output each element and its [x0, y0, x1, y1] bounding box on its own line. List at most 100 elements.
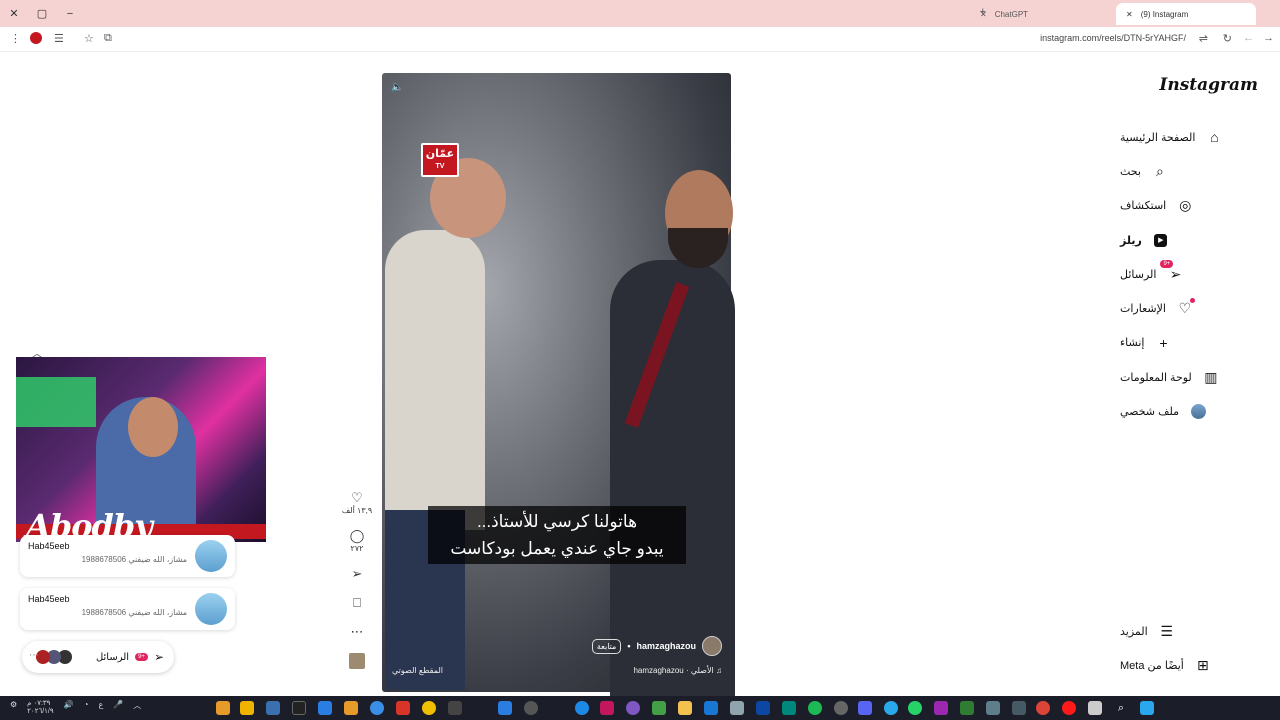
close-window-icon[interactable]: ✕ [0, 0, 28, 27]
message-notification[interactable]: Hab45eeb مشاز، الله ضيفني 1988678506 [20, 535, 235, 577]
chrome-icon[interactable] [1036, 701, 1050, 715]
install-icon[interactable]: ⧉ [104, 32, 112, 45]
windows-start-icon[interactable] [1140, 701, 1154, 715]
app-icon[interactable] [344, 701, 358, 715]
app-icon[interactable] [524, 701, 538, 715]
instagram-logo[interactable]: Instagram [1159, 75, 1258, 95]
app-icon[interactable] [292, 701, 306, 715]
bookmark-icon: ⎕ [353, 595, 361, 610]
volume-icon[interactable]: 🔊 [64, 700, 74, 716]
app-icon[interactable] [986, 701, 1000, 715]
app-icon[interactable] [1088, 701, 1102, 715]
messages-bar[interactable]: ➢ +9 الرسائل ⋯ [22, 641, 174, 673]
audio-info[interactable]: ♫ الأصلي · hamzaghazou [633, 666, 722, 675]
close-tab-icon[interactable]: ✕ [1126, 10, 1133, 19]
webcam-person-head [128, 397, 178, 457]
app-icon[interactable] [216, 701, 230, 715]
sidebar-item-more[interactable]: ☰ المزيد [1120, 614, 1260, 648]
tab-label: (9) Instagram [1140, 9, 1189, 19]
tune-icon[interactable]: ☰ [54, 32, 64, 45]
extension-icon[interactable] [30, 32, 42, 44]
sidebar-item-notifications[interactable]: ♡ الإشعارات [1120, 291, 1260, 325]
microphone-icon[interactable]: 🎤 [113, 700, 123, 716]
new-tab-icon[interactable]: + [980, 6, 986, 18]
address-bar[interactable]: instagram.com/reels/DTN-5rYAHGF/ [1040, 33, 1186, 43]
sidebar-item-label: أيضًا من Meta [1120, 659, 1184, 672]
app-icon[interactable] [448, 701, 462, 715]
like-button[interactable]: ♡ ١٣,٩ ألف [340, 490, 374, 515]
app-icon[interactable] [704, 701, 718, 715]
volume-icon[interactable]: 🔈 [391, 82, 403, 93]
menu-dots-icon[interactable]: ⋮ [10, 32, 21, 45]
send-icon: ➢ [153, 650, 164, 664]
channel-logo: عمّان TV [421, 143, 459, 177]
app-icon[interactable] [626, 701, 640, 715]
file-explorer-icon[interactable] [678, 701, 692, 715]
author-avatar[interactable] [702, 636, 722, 656]
steam-icon[interactable] [266, 701, 280, 715]
network-icon[interactable]: ◔ [84, 700, 89, 716]
taskbar-clock[interactable]: ٠٧:٣٩ م ٢٠٢٦/١/٩ [27, 700, 53, 716]
notification-user: Hab45eeb [28, 594, 70, 604]
minimize-window-icon[interactable]: − [56, 0, 84, 27]
opera-icon[interactable] [1062, 701, 1076, 715]
whatsapp-icon[interactable] [908, 701, 922, 715]
photoshop-icon[interactable] [756, 701, 770, 715]
back-icon[interactable]: → [1263, 32, 1274, 44]
app-icon[interactable] [240, 701, 254, 715]
app-icon[interactable] [1012, 701, 1026, 715]
app-icon[interactable] [498, 701, 512, 715]
app-icon[interactable] [652, 701, 666, 715]
tab-instagram[interactable]: ✕ (9) Instagram [1116, 3, 1256, 25]
sidebar-item-explore[interactable]: ◎ استكشاف [1120, 189, 1260, 223]
share-button[interactable]: ➢ [340, 566, 374, 582]
save-button[interactable]: ⎕ [340, 595, 374, 611]
telegram-icon[interactable] [884, 701, 898, 715]
sidebar-item-home[interactable]: ⌂ الصفحة الرئيسية [1120, 120, 1260, 154]
home-icon: ⌂ [1210, 129, 1219, 146]
sidebar-item-profile[interactable]: ملف شخصي [1120, 394, 1260, 428]
app-icon[interactable] [318, 701, 332, 715]
app-icon[interactable] [782, 701, 796, 715]
sidebar-item-create[interactable]: + إنشاء [1120, 326, 1260, 360]
app-icon[interactable] [730, 701, 744, 715]
notification-message: مشاز، الله ضيفني 1988678506 [81, 555, 187, 564]
settings-icon[interactable]: ⚙ [10, 700, 17, 716]
more-options-button[interactable]: ⋯ [340, 624, 374, 640]
messages-icon: ➢ +9 [1160, 260, 1184, 283]
app-icon[interactable] [600, 701, 614, 715]
profile-avatar [1189, 403, 1207, 421]
forward-icon[interactable]: ← [1243, 32, 1254, 44]
search-icon[interactable]: ⌕ [1114, 701, 1128, 715]
sidebar-item-dashboard[interactable]: ▥ لوحة المعلومات [1120, 360, 1260, 394]
webcam-green-screen [16, 377, 96, 427]
app-icon[interactable] [834, 701, 848, 715]
edge-icon[interactable] [575, 701, 589, 715]
audio-clip-label[interactable]: المقطع الصوتي [392, 666, 443, 675]
bookmark-star-icon[interactable]: ☆ [84, 32, 94, 45]
tab-chatgpt[interactable]: ✕ ChatGPT [970, 3, 1120, 25]
sidebar-item-search[interactable]: ⌕ بحث [1120, 154, 1260, 188]
comment-button[interactable]: ◯ ٢٧٢ [340, 528, 374, 553]
app-icon[interactable] [370, 701, 384, 715]
tray-chevron-icon[interactable]: ︿ [133, 700, 141, 716]
follow-button[interactable]: متابعة [591, 638, 622, 654]
reload-icon[interactable]: ↻ [1223, 32, 1232, 45]
language-indicator[interactable]: ع [98, 700, 103, 716]
discord-icon[interactable] [858, 701, 872, 715]
app-icon[interactable] [396, 701, 410, 715]
sidebar-item-meta[interactable]: ⊞ أيضًا من Meta [1120, 648, 1260, 682]
author-name[interactable]: hamzaghazou [636, 641, 696, 651]
message-notification[interactable]: Hab45eeb مشاز، الله ضيفني 1988678506 [20, 588, 235, 630]
menu-icon: ☰ [1160, 622, 1173, 639]
app-icon[interactable] [934, 701, 948, 715]
site-settings-icon[interactable]: ⇌ [1199, 32, 1208, 45]
app-icon[interactable] [422, 701, 436, 715]
sidebar-item-messages[interactable]: ➢ +9 الرسائل [1120, 257, 1260, 291]
app-icon[interactable] [960, 701, 974, 715]
restore-window-icon[interactable]: ▢ [28, 0, 56, 27]
audio-thumbnail[interactable] [349, 653, 365, 669]
dashboard-icon: ▥ [1204, 368, 1218, 385]
sidebar-item-reels[interactable]: ▶ ريلز [1120, 223, 1260, 257]
spotify-icon[interactable] [808, 701, 822, 715]
